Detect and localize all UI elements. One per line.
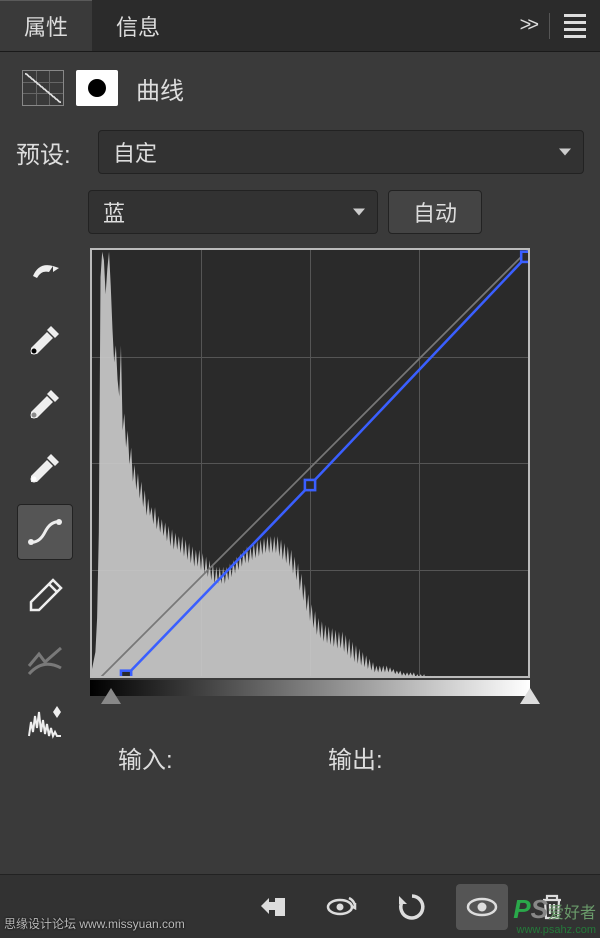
output-label: 输出: — [300, 740, 420, 775]
input-gradient — [90, 680, 530, 696]
channel-row: 蓝 自动 — [0, 184, 600, 244]
curve-point-tool-icon[interactable] — [17, 504, 73, 560]
clip-histogram-icon[interactable] — [17, 696, 73, 752]
watermark-right: PS爱好者 www.psahz.com — [513, 895, 596, 936]
chevron-down-icon — [353, 209, 365, 216]
visibility-icon[interactable] — [456, 884, 508, 930]
reset-icon[interactable] — [386, 884, 438, 930]
channel-value: 蓝 — [103, 196, 125, 228]
eyedropper-gray-icon[interactable] — [17, 376, 73, 432]
black-point-slider[interactable] — [101, 688, 121, 704]
chevron-down-icon — [559, 149, 571, 156]
main-area: 输入: 输出: — [0, 244, 600, 775]
clip-to-layer-icon[interactable] — [246, 884, 298, 930]
eyedropper-white-icon[interactable] — [17, 440, 73, 496]
channel-dropdown[interactable]: 蓝 — [88, 190, 378, 234]
preset-label: 预设: — [16, 135, 88, 170]
slider-track — [90, 696, 530, 718]
io-row: 输入: 输出: — [90, 718, 584, 775]
watermark-left: 思缘设计论坛 www.missyuan.com — [4, 915, 185, 932]
tab-info[interactable]: 信息 — [92, 0, 184, 51]
properties-panel: 属性 信息 >> 曲线 预设: 自定 蓝 自动 — [0, 0, 600, 938]
pencil-tool-icon[interactable] — [17, 568, 73, 624]
layer-mask-icon[interactable] — [76, 70, 118, 106]
curves-adjustment-icon[interactable] — [22, 70, 64, 106]
eyedropper-black-icon[interactable] — [17, 312, 73, 368]
graph-area: 输入: 输出: — [90, 248, 584, 775]
collapse-icon[interactable]: >> — [520, 14, 535, 37]
view-previous-state-icon[interactable] — [316, 884, 368, 930]
smooth-tool-icon[interactable] — [17, 632, 73, 688]
adjustment-label: 曲线 — [136, 71, 184, 106]
adjustment-type-row: 曲线 — [0, 52, 600, 124]
tab-properties[interactable]: 属性 — [0, 0, 92, 51]
tab-header: 属性 信息 >> — [0, 0, 600, 52]
auto-button[interactable]: 自动 — [388, 190, 482, 234]
targeted-adjustment-icon[interactable] — [17, 248, 73, 304]
panel-menu-icon[interactable] — [564, 14, 586, 38]
divider — [549, 13, 550, 39]
curves-graph[interactable] — [90, 248, 530, 678]
preset-value: 自定 — [113, 136, 157, 168]
preset-dropdown[interactable]: 自定 — [98, 130, 584, 174]
input-label: 输入: — [90, 740, 210, 775]
tool-column — [10, 248, 80, 775]
preset-row: 预设: 自定 — [0, 124, 600, 184]
white-point-slider[interactable] — [520, 688, 540, 704]
